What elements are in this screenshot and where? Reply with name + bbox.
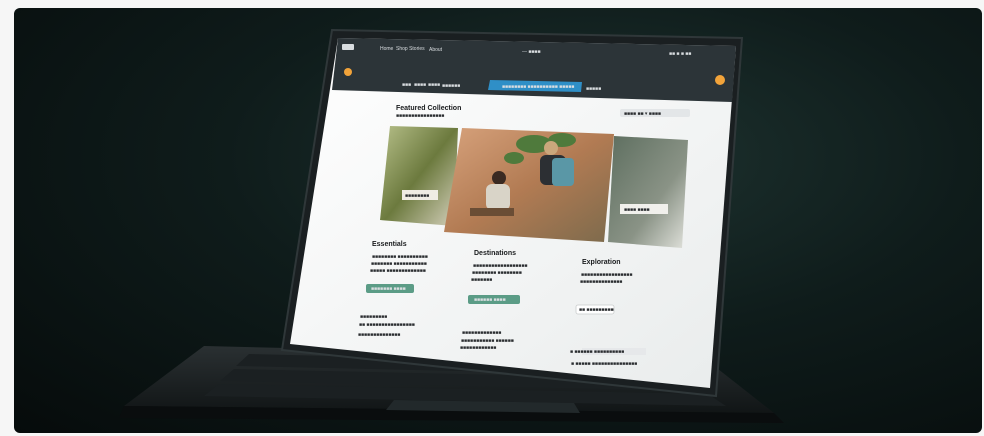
nav-link-home[interactable]: Home — [380, 46, 394, 52]
filter-item[interactable]: ■■■■ — [414, 82, 426, 88]
nav-right-icons[interactable]: ■■ ■ ■ ■■ — [669, 51, 691, 57]
filter-item[interactable]: ■■■■■■ — [442, 83, 460, 89]
card-text: ■■■■■■■■ ■■■■■■■■ — [472, 270, 522, 276]
product-image-3[interactable] — [608, 136, 688, 248]
nav-center-label: — ■■■■ — [522, 49, 540, 55]
footer-text: ■■ ■■■■■■■■■■■■■■■■ — [359, 322, 415, 328]
footer-text: ■ ■■■■■■ ■■■■■■■■■■ — [570, 349, 624, 355]
image-caption-1: ■■■■■■■■ — [405, 193, 429, 199]
cart-button[interactable] — [715, 75, 725, 85]
footer-text: ■■■■■■■■■ — [360, 314, 387, 320]
nav-link-about[interactable]: About — [429, 47, 443, 53]
filter-item[interactable]: ■■■ — [402, 82, 411, 88]
footer-text: ■ ■■■■■ ■■■■■■■■■■■■■■■ — [571, 361, 637, 367]
section-title: Featured Collection — [396, 105, 461, 112]
card-text: ■■■■■■■ ■■■■■■■■■■■ — [371, 261, 427, 267]
menu-button[interactable] — [344, 68, 352, 76]
photo-frame: Home Shop Stories About — ■■■■ ■■ ■ ■ ■■… — [14, 8, 982, 433]
image-caption-2: ■■■■ ■■■■ — [624, 207, 650, 213]
footer-text: ■■■■■■■■■■■■■ — [462, 330, 501, 336]
footer-text: ■■■■■■■■■■■■ — [460, 345, 496, 351]
laptop-scene: Home Shop Stories About — ■■■■ ■■ ■ ■ ■■… — [119, 28, 784, 423]
card-text: ■■■■■■■■ ■■■■■■■■■■ — [372, 254, 428, 260]
card-button-label: ■■■■■■ ■■■■ — [474, 297, 506, 303]
card-text: ■■■■■■■ — [471, 277, 492, 283]
filter-item[interactable]: ■■■■ — [428, 82, 440, 88]
card-title: Exploration — [582, 259, 621, 266]
footer-text: ■■■■■■■■■■■■■■ — [358, 332, 400, 338]
card-text: ■■■■■■■■■■■■■■ — [580, 279, 622, 285]
card-text: ■■■■■ ■■■■■■■■■■■■■ — [370, 268, 426, 274]
sort-label: ■■■■ ■■ ▾ ■■■■ — [624, 111, 661, 117]
card-text: ■■■■■■■■■■■■■■■■■■ — [473, 263, 527, 269]
section-subtitle: ■■■■■■■■■■■■■■■■ — [396, 113, 444, 119]
card-title: Essentials — [372, 241, 407, 248]
footer-text: ■■■■■■■■■■■ ■■■■■■ — [461, 338, 514, 344]
search-placeholder: ■■■■■■■■ ■■■■■■■■■■ ■■■■■ — [502, 84, 574, 90]
card-title: Destinations — [474, 250, 516, 257]
nav-link-shop[interactable]: Shop Stories — [396, 46, 425, 52]
card-button-label: ■■ ■■■■■■■■■ — [579, 307, 614, 313]
card-button-label: ■■■■■■■ ■■■■ — [371, 286, 406, 292]
site-logo[interactable] — [342, 44, 354, 50]
card-text: ■■■■■■■■■■■■■■■■■ — [581, 272, 632, 278]
product-image-1[interactable] — [380, 126, 458, 226]
filter-item[interactable]: ■■■■■ — [586, 86, 601, 92]
